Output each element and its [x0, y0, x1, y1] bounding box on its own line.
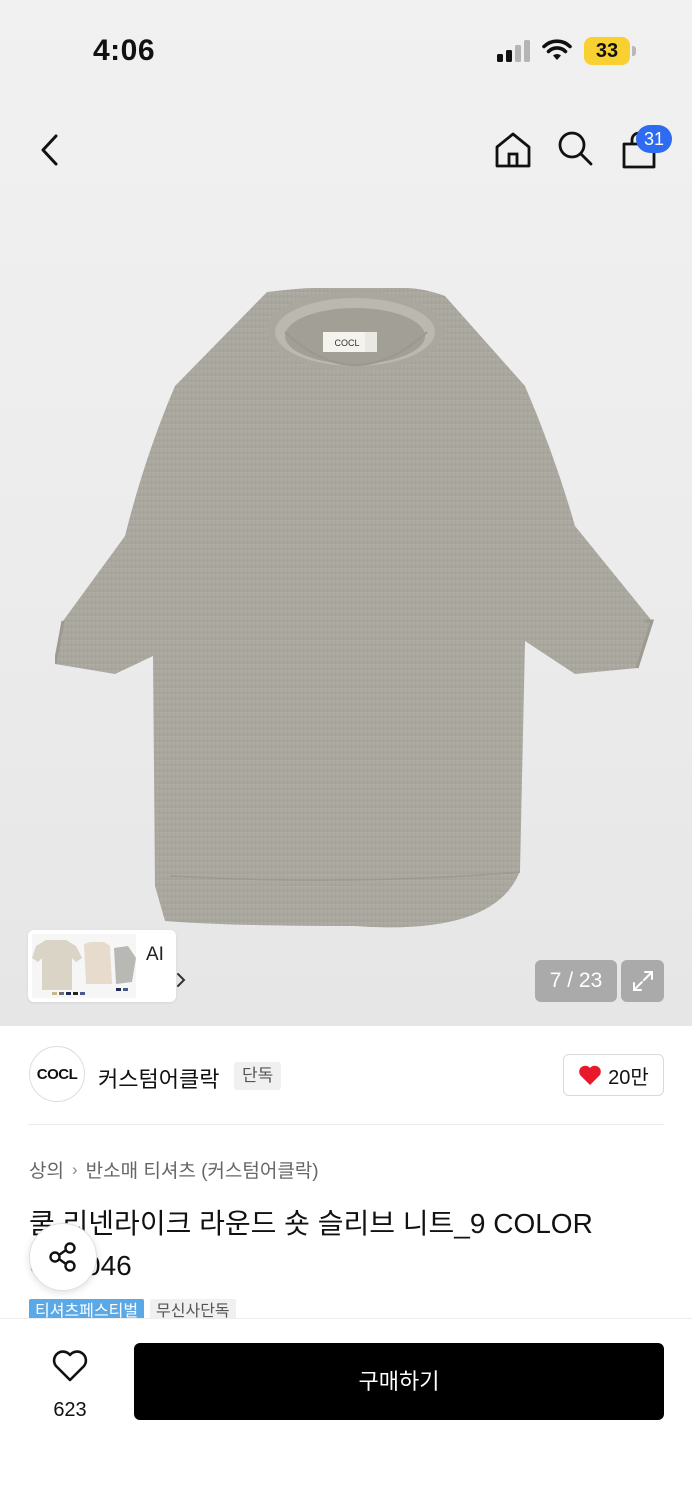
battery-indicator: 33 — [584, 37, 636, 65]
heart-outline-icon — [52, 1350, 88, 1382]
back-button[interactable] — [26, 126, 74, 174]
buy-button[interactable]: 구매하기 — [134, 1343, 664, 1420]
svg-text:COCL: COCL — [334, 338, 359, 348]
product-title: 쿨 리넨라이크 라운드 숏 슬리브 니트_9 COLOR CKT046 — [29, 1208, 593, 1281]
similar-product-thumbnail — [32, 934, 136, 998]
breadcrumb: 상의 › 반소매 티셔츠 (커스텀어클락) — [29, 1156, 319, 1183]
ai-similar-button[interactable]: AI — [28, 930, 186, 1002]
brand-logo[interactable]: COCL — [29, 1046, 85, 1102]
search-icon — [558, 131, 593, 166]
chevron-right-icon — [177, 973, 186, 987]
cellular-signal-icon — [497, 40, 530, 62]
exclusive-badge: 단독 — [234, 1062, 282, 1090]
brand-name[interactable]: 커스텀어클락 — [98, 1062, 219, 1094]
fullscreen-button[interactable] — [621, 960, 664, 1002]
wifi-icon — [542, 39, 572, 60]
search-button[interactable] — [551, 124, 599, 172]
status-time: 4:06 — [93, 34, 156, 67]
image-counter: 7 / 23 — [535, 960, 617, 1002]
ai-label: AI — [146, 944, 164, 965]
cart-count-badge: 31 — [636, 125, 672, 153]
status-bar: 4:06 33 — [0, 0, 692, 100]
breadcrumb-item[interactable]: 반소매 티셔츠 (커스텀어클락) — [86, 1156, 319, 1183]
divider — [28, 1124, 664, 1125]
top-nav — [0, 118, 692, 182]
brand-row: COCL 커스텀어클락 단독 20만 — [0, 1026, 692, 1126]
home-button[interactable] — [489, 126, 537, 174]
product-gallery[interactable]: 4:06 33 31 COCL AI 7 / 23 — [0, 0, 692, 1026]
share-button[interactable] — [29, 1223, 97, 1291]
bottom-action-bar: 623 구매하기 — [0, 1318, 692, 1500]
brand-like-button[interactable]: 20만 — [563, 1054, 664, 1096]
battery-level: 33 — [595, 40, 619, 62]
heart-filled-icon — [579, 1065, 601, 1085]
chevron-right-icon: › — [71, 1159, 78, 1179]
home-icon — [495, 132, 531, 168]
brand-like-count: 20만 — [608, 1066, 649, 1089]
chevron-left-icon — [41, 134, 58, 166]
wishlist-button[interactable]: 623 — [40, 1349, 100, 1429]
expand-icon — [632, 971, 653, 991]
share-icon — [49, 1242, 76, 1272]
breadcrumb-item[interactable]: 상의 — [29, 1156, 64, 1183]
product-image[interactable]: COCL — [55, 286, 655, 946]
wishlist-count: 623 — [53, 1399, 87, 1421]
